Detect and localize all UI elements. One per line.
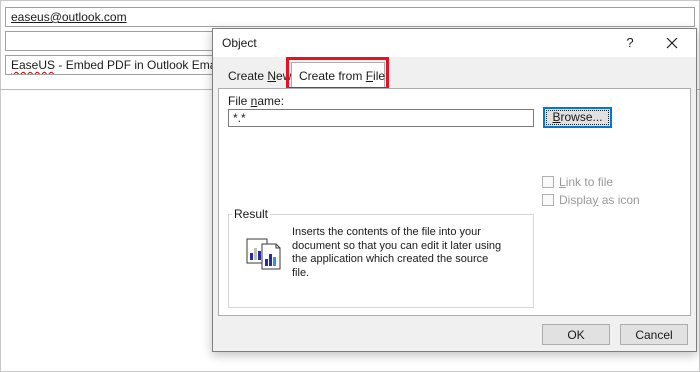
display-as-icon-checkbox[interactable]: Display as icon xyxy=(542,193,640,207)
to-field[interactable]: easeus@outlook.com xyxy=(5,7,695,27)
tab-create-file-post: ile xyxy=(373,69,386,83)
tab-create-new[interactable]: Create New xyxy=(228,69,291,83)
tab-create-file-accel: F xyxy=(365,69,374,83)
result-legend: Result xyxy=(232,207,271,221)
display-as-icon-post: as icon xyxy=(598,193,640,207)
help-button[interactable]: ? xyxy=(620,33,640,53)
browse-post: rowse... xyxy=(560,110,603,124)
tab-create-new-post: ew xyxy=(276,69,292,83)
close-icon xyxy=(666,37,678,49)
display-as-icon-box[interactable] xyxy=(542,194,554,206)
tab-create-new-accel: N xyxy=(267,69,277,83)
browse-accel: B xyxy=(552,110,561,124)
result-line: document so that you can edit it later u… xyxy=(292,239,502,252)
cancel-button[interactable]: Cancel xyxy=(620,324,688,345)
tab-panel: File name: Browse... Link to file Displa… xyxy=(218,88,691,316)
result-line: file. xyxy=(292,266,310,279)
tab-create-file-pre: Create from xyxy=(299,69,366,83)
link-to-file-accel: L xyxy=(559,175,566,189)
result-line: Inserts the contents of the file into yo… xyxy=(292,226,481,238)
browse-label: Browse... xyxy=(546,110,609,125)
link-to-file-box[interactable] xyxy=(542,176,554,188)
result-group: Result Inserts the contents of the file … xyxy=(228,207,534,308)
subject-brand: EaseUS xyxy=(11,58,56,72)
result-line: the application which created the source xyxy=(292,253,489,265)
file-name-label-pre: File xyxy=(228,94,251,108)
embed-file-icon xyxy=(246,238,281,270)
result-description: Inserts the contents of the file into yo… xyxy=(292,226,517,280)
ok-button[interactable]: OK xyxy=(542,324,610,345)
link-to-file-checkbox[interactable]: Link to file xyxy=(542,175,613,189)
dialog-title: Object xyxy=(222,36,257,50)
recipient-address[interactable]: easeus@outlook.com xyxy=(11,10,127,24)
object-dialog: Object ? Create New Create from File Fil… xyxy=(212,28,697,352)
file-name-input[interactable] xyxy=(228,109,534,127)
subject-text: - Embed PDF in Outlook Email xyxy=(55,58,222,72)
browse-button[interactable]: Browse... xyxy=(543,107,612,128)
tab-create-new-pre: Create xyxy=(228,69,268,83)
tab-create-from-file[interactable]: Create from File xyxy=(291,62,385,89)
file-name-label-post: ame: xyxy=(257,94,285,108)
display-as-icon-pre: Displa xyxy=(559,193,593,207)
file-name-label: File name: xyxy=(228,94,284,108)
close-button[interactable] xyxy=(659,32,685,54)
dialog-titlebar[interactable]: Object ? xyxy=(213,29,696,57)
link-to-file-label: ink to file xyxy=(565,175,614,189)
